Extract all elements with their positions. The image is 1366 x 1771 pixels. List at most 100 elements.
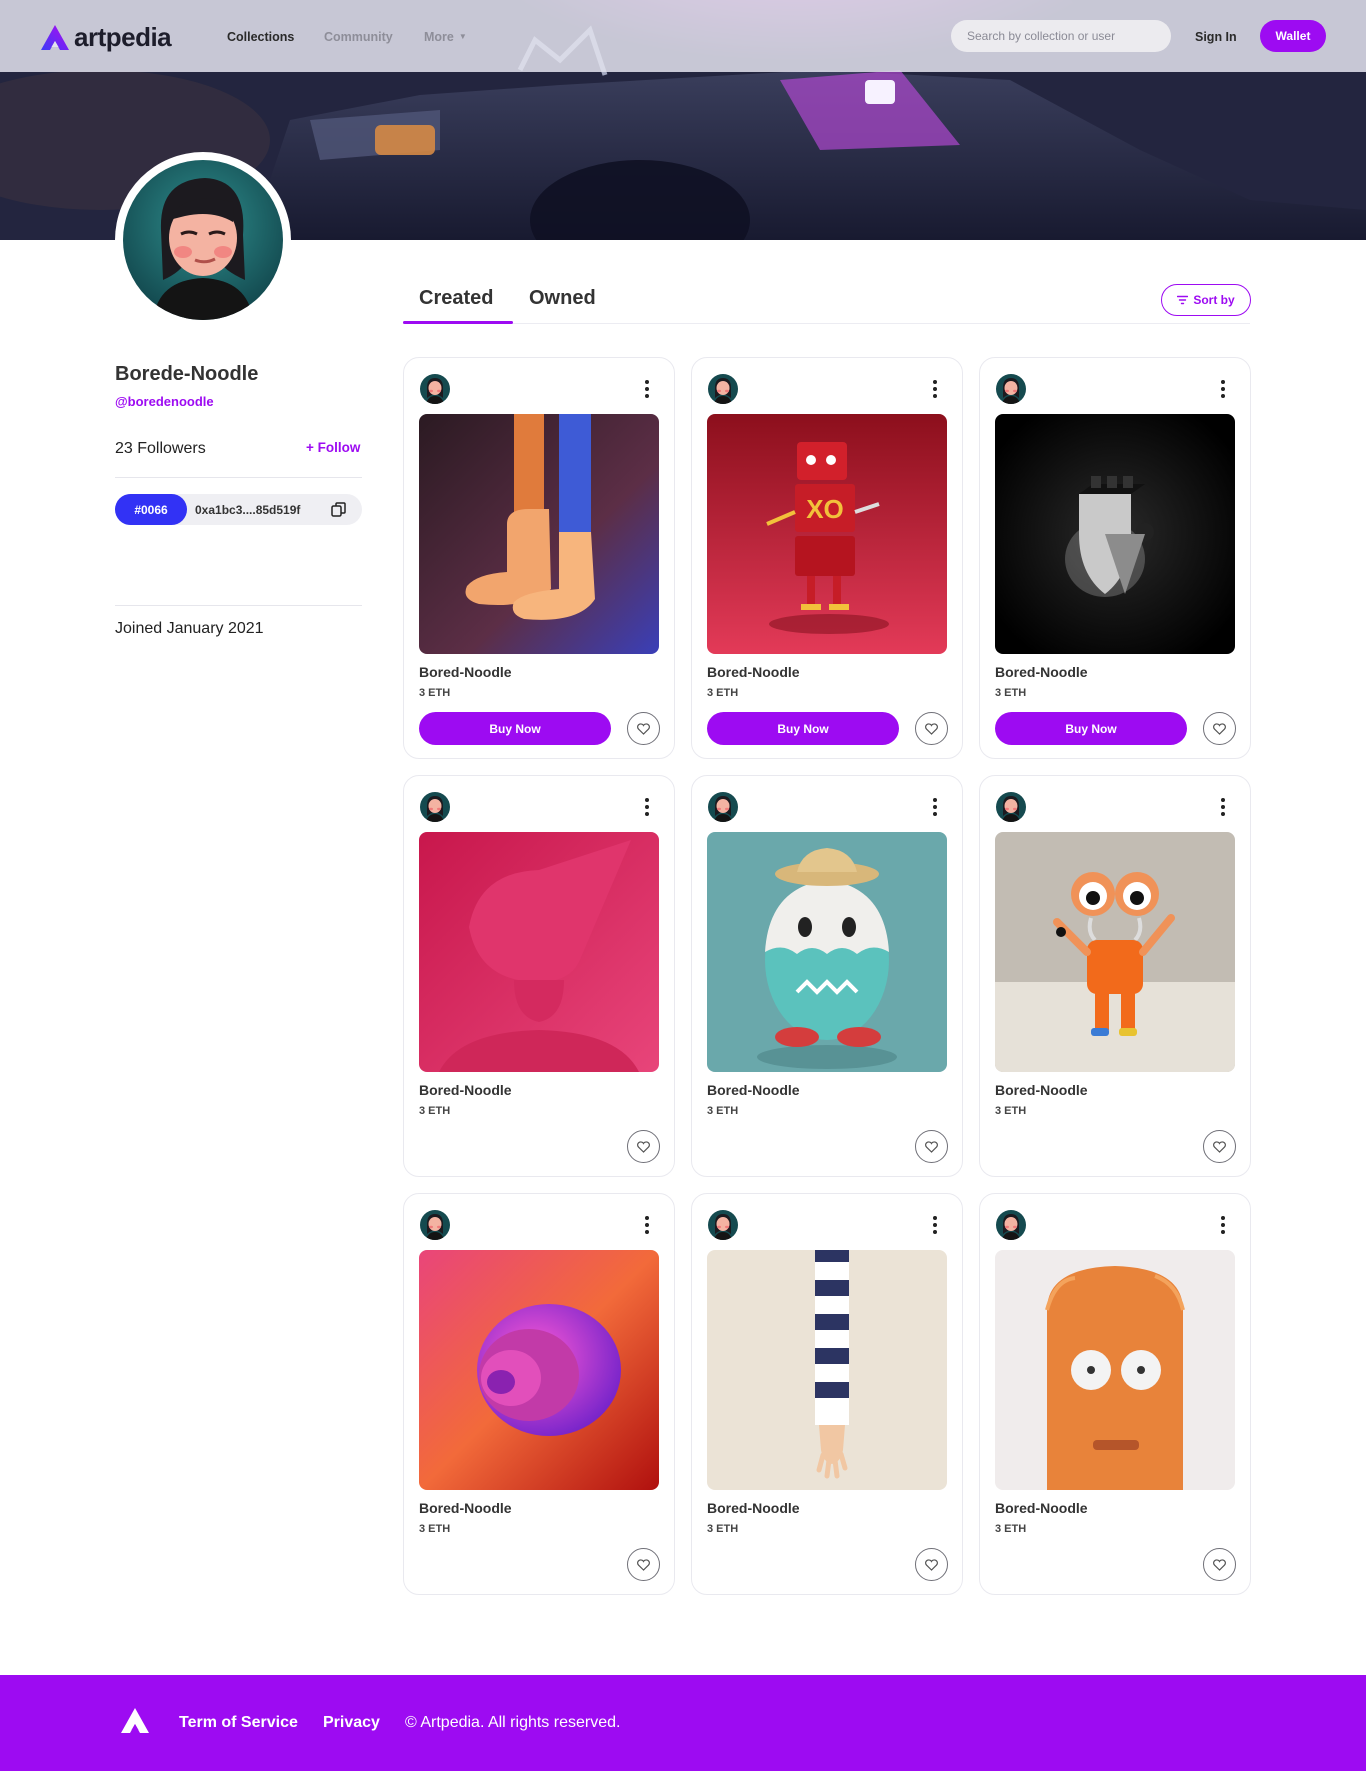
heart-icon[interactable] — [627, 1548, 660, 1581]
nft-price: 3 ETH — [419, 687, 451, 699]
creator-avatar[interactable] — [708, 374, 738, 404]
footer: Term of Service Privacy © Artpedia. All … — [0, 1675, 1366, 1771]
nft-title: Bored-Noodle — [419, 1500, 512, 1516]
nft-artwork-image[interactable] — [419, 832, 659, 1072]
nft-artwork-image[interactable] — [995, 414, 1235, 654]
sidebar-divider — [115, 605, 362, 606]
wallet-button[interactable]: Wallet — [1260, 20, 1326, 52]
nft-title: Bored-Noodle — [419, 664, 512, 680]
heart-icon[interactable] — [627, 1130, 660, 1163]
nft-card[interactable]: Bored-Noodle 3 ETH Buy Now — [403, 357, 675, 759]
creator-avatar[interactable] — [420, 792, 450, 822]
heart-icon[interactable] — [1203, 712, 1236, 745]
sort-by-button[interactable]: Sort by — [1161, 284, 1251, 316]
more-options-icon[interactable] — [1220, 1216, 1226, 1234]
chevron-down-icon: ▼ — [458, 32, 467, 41]
creator-avatar[interactable] — [708, 1210, 738, 1240]
buy-now-button[interactable]: Buy Now — [707, 712, 899, 745]
nft-artwork-image[interactable]: XO — [707, 414, 947, 654]
artpedia-logo-icon[interactable] — [120, 1707, 150, 1735]
nav-more[interactable]: More ▼ — [424, 30, 467, 44]
heart-icon[interactable] — [915, 1548, 948, 1581]
buy-now-button[interactable]: Buy Now — [995, 712, 1187, 745]
joined-date: Joined January 2021 — [115, 620, 264, 637]
nft-price: 3 ETH — [419, 1523, 451, 1535]
sort-by-label: Sort by — [1193, 293, 1235, 307]
more-options-icon[interactable] — [932, 380, 938, 398]
heart-icon[interactable] — [1203, 1548, 1236, 1581]
nft-card[interactable]: Bored-Noodle 3 ETH — [691, 775, 963, 1177]
nft-card[interactable]: Bored-Noodle 3 ETH — [403, 775, 675, 1177]
active-tab-indicator — [403, 321, 513, 324]
nav-collections[interactable]: Collections — [227, 30, 294, 44]
follow-button[interactable]: + Follow — [306, 440, 360, 455]
tabs-divider — [403, 323, 1250, 324]
artpedia-logo-icon — [41, 24, 69, 50]
more-options-icon[interactable] — [644, 380, 650, 398]
more-options-icon[interactable] — [932, 798, 938, 816]
heart-icon[interactable] — [1203, 1130, 1236, 1163]
nft-title: Bored-Noodle — [995, 1082, 1088, 1098]
creator-avatar[interactable] — [708, 792, 738, 822]
copyright-text: © Artpedia. All rights reserved. — [405, 1714, 621, 1731]
nft-artwork-image[interactable] — [707, 1250, 947, 1490]
creator-avatar[interactable] — [420, 374, 450, 404]
buy-now-button[interactable]: Buy Now — [419, 712, 611, 745]
more-options-icon[interactable] — [932, 1216, 938, 1234]
filter-icon — [1177, 295, 1189, 305]
more-options-icon[interactable] — [1220, 798, 1226, 816]
terms-of-service-link[interactable]: Term of Service — [179, 1714, 298, 1732]
wallet-address-pill: #0066 0xa1bc3....85d519f — [115, 494, 362, 525]
nft-artwork-image[interactable] — [995, 1250, 1235, 1490]
profile-avatar-image — [123, 160, 283, 320]
top-navigation: artpedia Collections Community More ▼ Sig… — [0, 0, 1366, 72]
nft-price: 3 ETH — [707, 1523, 739, 1535]
more-options-icon[interactable] — [644, 1216, 650, 1234]
creator-avatar[interactable] — [996, 1210, 1026, 1240]
nft-artwork-image[interactable] — [995, 832, 1235, 1072]
nft-card[interactable]: Bored-Noodle 3 ETH — [403, 1193, 675, 1595]
nft-card[interactable]: Bored-Noodle 3 ETH — [979, 775, 1251, 1177]
nft-price: 3 ETH — [995, 687, 1027, 699]
copy-icon[interactable] — [331, 502, 346, 517]
creator-avatar[interactable] — [996, 792, 1026, 822]
profile-avatar — [115, 152, 291, 328]
heart-icon[interactable] — [627, 712, 660, 745]
nft-card[interactable]: XO Bored-Noodle 3 ETH Buy Now — [691, 357, 963, 759]
sign-in-link[interactable]: Sign In — [1195, 30, 1237, 44]
nft-artwork-image[interactable] — [419, 1250, 659, 1490]
nft-price: 3 ETH — [707, 687, 739, 699]
nft-card[interactable]: Bored-Noodle 3 ETH — [691, 1193, 963, 1595]
nft-price: 3 ETH — [419, 1105, 451, 1117]
nav-community[interactable]: Community — [324, 30, 393, 44]
profile-name: Borede-Noodle — [115, 363, 259, 385]
sidebar-divider — [115, 477, 362, 478]
svg-text:XO: XO — [806, 494, 844, 524]
nft-title: Bored-Noodle — [995, 664, 1088, 680]
tab-owned[interactable]: Owned — [529, 287, 596, 310]
nft-card[interactable]: Bored-Noodle 3 ETH Buy Now — [979, 357, 1251, 759]
nft-title: Bored-Noodle — [995, 1500, 1088, 1516]
creator-avatar[interactable] — [420, 1210, 450, 1240]
brand-name: artpedia — [74, 22, 172, 52]
artpedia-logo[interactable]: artpedia — [40, 22, 172, 53]
creator-avatar[interactable] — [996, 374, 1026, 404]
nft-price: 3 ETH — [995, 1523, 1027, 1535]
followers-count: 23 Followers — [115, 440, 206, 457]
nft-price: 3 ETH — [707, 1105, 739, 1117]
wallet-address: 0xa1bc3....85d519f — [195, 503, 301, 517]
search-input[interactable] — [951, 20, 1171, 52]
nft-artwork-image[interactable] — [419, 414, 659, 654]
nft-title: Bored-Noodle — [707, 664, 800, 680]
nft-card[interactable]: Bored-Noodle 3 ETH — [979, 1193, 1251, 1595]
more-options-icon[interactable] — [1220, 380, 1226, 398]
nft-title: Bored-Noodle — [707, 1500, 800, 1516]
heart-icon[interactable] — [915, 712, 948, 745]
privacy-link[interactable]: Privacy — [323, 1714, 380, 1732]
heart-icon[interactable] — [915, 1130, 948, 1163]
tab-created[interactable]: Created — [419, 287, 493, 310]
nft-artwork-image[interactable] — [707, 832, 947, 1072]
more-options-icon[interactable] — [644, 798, 650, 816]
wallet-tag-badge: #0066 — [115, 494, 187, 525]
nav-more-label: More — [424, 30, 454, 44]
